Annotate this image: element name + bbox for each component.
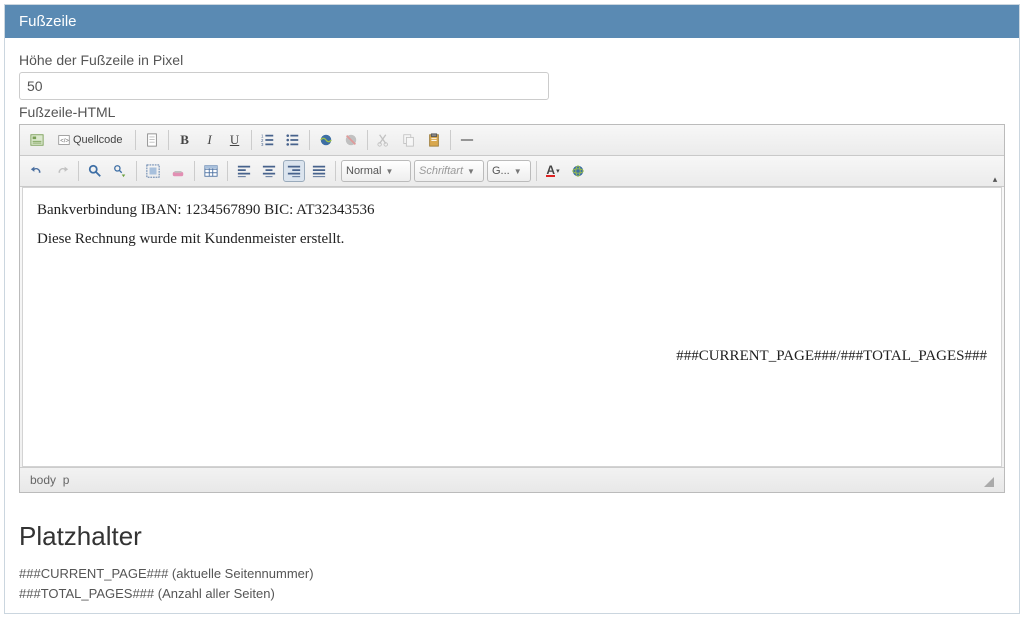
size-value: G... [492, 165, 510, 177]
font-select[interactable]: Schriftart ▼ [414, 160, 484, 182]
copy-icon[interactable] [398, 129, 420, 151]
placeholder-line-1: ###CURRENT_PAGE### (aktuelle Seitennumme… [19, 564, 1005, 584]
placeholder-heading: Platzhalter [19, 521, 1005, 552]
bold-button[interactable]: B [174, 129, 196, 151]
editor-content[interactable]: Bankverbindung IBAN: 1234567890 BIC: AT3… [22, 187, 1002, 467]
chevron-down-icon: ▼ [514, 167, 522, 176]
chevron-down-icon: ▼ [385, 167, 393, 176]
svg-text:3: 3 [261, 142, 264, 147]
removeformat-icon[interactable] [167, 160, 189, 182]
align-center-icon[interactable] [258, 160, 280, 182]
unlink-icon[interactable] [340, 129, 362, 151]
format-select[interactable]: Normal ▼ [341, 160, 411, 182]
size-select[interactable]: G... ▼ [487, 160, 531, 182]
height-label: Höhe der Fußzeile in Pixel [19, 52, 1005, 68]
format-value: Normal [346, 165, 381, 177]
html-label: Fußzeile-HTML [19, 104, 1005, 120]
redo-icon[interactable] [51, 160, 73, 182]
align-right-icon[interactable] [283, 160, 305, 182]
placeholder-line-2: ###TOTAL_PAGES### (Anzahl aller Seiten) [19, 584, 1005, 604]
toolbar-row-2: Normal ▼ Schriftart ▼ G... ▼ A▾ ▴ [20, 156, 1004, 187]
newpage-icon[interactable] [141, 129, 163, 151]
bulleted-list-icon[interactable] [282, 129, 304, 151]
path-p[interactable]: p [63, 473, 70, 487]
templates-icon[interactable] [26, 129, 48, 151]
undo-icon[interactable] [26, 160, 48, 182]
horizontal-rule-icon[interactable] [456, 129, 478, 151]
globe-icon[interactable] [567, 160, 589, 182]
chevron-down-icon: ▼ [467, 167, 475, 176]
font-value: Schriftart [419, 165, 463, 177]
source-label: Quellcode [73, 134, 123, 146]
find-icon[interactable] [84, 160, 106, 182]
replace-icon[interactable] [109, 160, 131, 182]
path-body[interactable]: body [30, 473, 56, 487]
numbered-list-icon[interactable]: 123 [257, 129, 279, 151]
panel-title: Fußzeile [19, 13, 77, 30]
link-icon[interactable] [315, 129, 337, 151]
underline-button[interactable]: U [224, 129, 246, 151]
collapse-toolbar-icon[interactable]: ▴ [990, 174, 1000, 184]
editor: </> Quellcode B I U 123 [19, 124, 1005, 493]
align-justify-icon[interactable] [308, 160, 330, 182]
resize-handle[interactable] [980, 473, 994, 487]
panel-header: Fußzeile [5, 5, 1019, 38]
panel-body: Höhe der Fußzeile in Pixel Fußzeile-HTML… [5, 38, 1019, 613]
paste-icon[interactable] [423, 129, 445, 151]
text-color-icon[interactable]: A▾ [542, 160, 564, 182]
path-bar: body p [20, 467, 1004, 492]
footer-panel: Fußzeile Höhe der Fußzeile in Pixel Fußz… [4, 4, 1020, 614]
pager-text: ###CURRENT_PAGE###/###TOTAL_PAGES### [676, 348, 987, 365]
italic-button[interactable]: I [199, 129, 221, 151]
content-line-1: Bankverbindung IBAN: 1234567890 BIC: AT3… [37, 202, 987, 219]
table-icon[interactable] [200, 160, 222, 182]
source-button[interactable]: </> Quellcode [51, 129, 130, 151]
toolbar-row-1: </> Quellcode B I U 123 [20, 125, 1004, 156]
height-input[interactable] [19, 72, 549, 100]
selectall-icon[interactable] [142, 160, 164, 182]
align-left-icon[interactable] [233, 160, 255, 182]
cut-icon[interactable] [373, 129, 395, 151]
svg-text:</>: </> [60, 138, 69, 144]
content-line-2: Diese Rechnung wurde mit Kundenmeister e… [37, 231, 987, 248]
